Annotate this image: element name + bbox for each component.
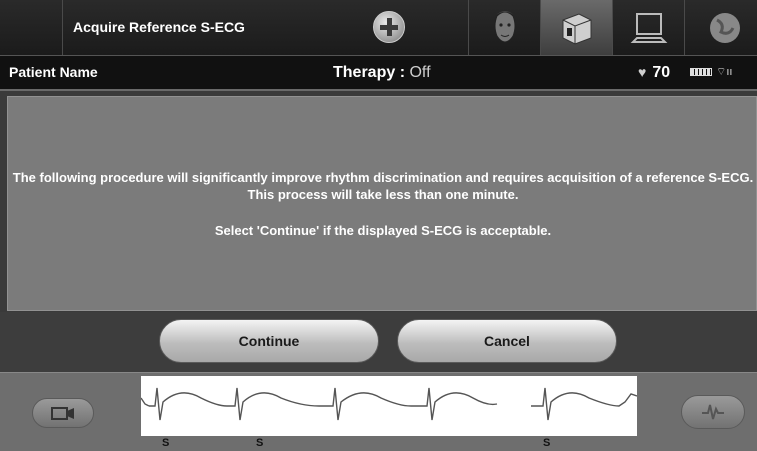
ecg-strip: S S S	[0, 372, 757, 451]
therapy-status: Therapy : Off	[333, 56, 431, 89]
therapy-value: Off	[409, 64, 431, 81]
continue-instruction-text: Select 'Continue' if the displayed S-ECG…	[214, 223, 552, 238]
header-left-cell	[0, 0, 63, 55]
add-plus-icon[interactable]	[373, 11, 405, 43]
sense-marker: S	[256, 437, 264, 449]
tab-globe[interactable]	[684, 0, 756, 55]
capture-button[interactable]	[32, 398, 94, 428]
sense-marker: S	[162, 437, 170, 449]
cancel-button[interactable]: Cancel	[397, 319, 617, 363]
patient-face-icon	[494, 10, 515, 42]
ecg-window	[141, 376, 637, 436]
therapy-label: Therapy :	[333, 64, 410, 81]
camera-icon	[51, 407, 74, 420]
heart-icon: ♥	[638, 64, 647, 80]
status-bar: Patient Name Therapy : Off ♥ 70 ⌔ıı	[0, 56, 757, 91]
message-panel: The following procedure will significant…	[7, 96, 757, 311]
continue-button[interactable]: Continue	[159, 319, 379, 363]
signal-icon: ⌔ıı	[716, 66, 733, 78]
tab-computer[interactable]	[612, 0, 684, 55]
heartbeat-icon	[702, 404, 724, 420]
computer-monitor-icon	[630, 12, 667, 43]
ecg-waveform	[141, 387, 637, 421]
globe-icon	[709, 12, 740, 43]
patient-name-label: Patient Name	[9, 64, 98, 80]
heart-rate: ♥ 70	[638, 56, 670, 89]
heart-rate-value: 70	[652, 64, 671, 81]
screen-title: Acquire Reference S-ECG	[73, 19, 245, 35]
top-header: Acquire Reference S-ECG	[0, 0, 757, 56]
action-bar: Continue Cancel	[0, 312, 757, 372]
battery-icon	[690, 68, 712, 76]
instruction-text: The following procedure will significant…	[12, 170, 754, 202]
sense-marker: S	[543, 437, 551, 449]
device-settings-icon	[562, 12, 591, 45]
tab-patient[interactable]	[468, 0, 540, 55]
ecg-options-button[interactable]	[681, 395, 745, 429]
tab-device[interactable]	[540, 0, 612, 55]
